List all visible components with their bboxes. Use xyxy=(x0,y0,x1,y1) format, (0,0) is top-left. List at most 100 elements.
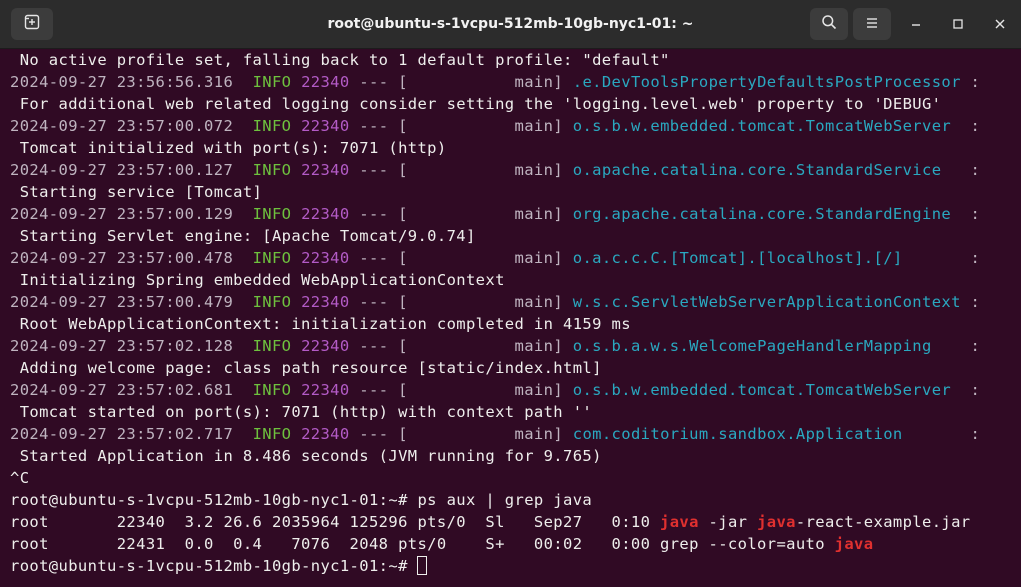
terminal-line: For additional web related logging consi… xyxy=(10,93,1021,115)
log-line: 2024-09-27 23:56:56.316 INFO 22340 --- [… xyxy=(10,71,1021,93)
terminal-line: Tomcat initialized with port(s): 7071 (h… xyxy=(10,137,1021,159)
log-timestamp: 2024-09-27 23:57:00.127 xyxy=(10,161,234,179)
grep-match: java xyxy=(660,513,699,531)
log-pid: 22340 xyxy=(301,73,350,91)
maximize-icon xyxy=(952,15,964,34)
log-line: 2024-09-27 23:57:02.128 INFO 22340 --- [… xyxy=(10,335,1021,357)
log-separator: --- [ xyxy=(359,249,408,267)
process-text: root 22431 0.0 0.4 7076 2048 pts/0 S+ 00… xyxy=(10,535,835,553)
log-thread: main] xyxy=(407,381,564,399)
terminal-output[interactable]: No active profile set, falling back to 1… xyxy=(0,49,1021,587)
log-logger: o.s.b.w.embedded.tomcat.TomcatWebServer xyxy=(572,117,961,135)
line-text: For additional web related logging consi… xyxy=(10,95,942,113)
line-text: Starting service [Tomcat] xyxy=(10,183,263,201)
log-thread: main] xyxy=(407,425,564,443)
log-timestamp: 2024-09-27 23:56:56.316 xyxy=(10,73,234,91)
line-text: Adding welcome page: class path resource… xyxy=(10,359,602,377)
log-line: 2024-09-27 23:57:02.717 INFO 22340 --- [… xyxy=(10,423,1021,445)
terminal-line: ^C xyxy=(10,467,1021,489)
log-pid: 22340 xyxy=(301,425,350,443)
title-bar[interactable]: root@ubuntu-s-1vcpu-512mb-10gb-nyc1-01: … xyxy=(0,0,1021,49)
hamburger-menu-icon xyxy=(865,15,879,34)
log-pid: 22340 xyxy=(301,249,350,267)
search-button[interactable] xyxy=(810,8,848,40)
line-text: ^C xyxy=(10,469,30,487)
line-text: Tomcat started on port(s): 7071 (http) w… xyxy=(10,403,593,421)
log-colon: : xyxy=(970,249,981,267)
log-separator: --- [ xyxy=(359,161,408,179)
log-thread: main] xyxy=(407,117,564,135)
search-icon xyxy=(821,14,837,34)
line-text: No active profile set, falling back to 1… xyxy=(10,51,670,69)
shell-prompt: root@ubuntu-s-1vcpu-512mb-10gb-nyc1-01:~… xyxy=(10,557,418,575)
log-logger: o.s.b.w.embedded.tomcat.TomcatWebServer xyxy=(572,381,961,399)
log-logger: org.apache.catalina.core.StandardEngine xyxy=(572,205,961,223)
process-text: -react-example.jar xyxy=(795,513,971,531)
terminal-line: No active profile set, falling back to 1… xyxy=(10,49,1021,71)
log-pid: 22340 xyxy=(301,117,350,135)
log-timestamp: 2024-09-27 23:57:00.072 xyxy=(10,117,234,135)
terminal-line: root@ubuntu-s-1vcpu-512mb-10gb-nyc1-01:~… xyxy=(10,489,1021,511)
process-line: root 22431 0.0 0.4 7076 2048 pts/0 S+ 00… xyxy=(10,533,1021,555)
log-level: INFO xyxy=(252,337,292,355)
log-line: 2024-09-27 23:57:00.478 INFO 22340 --- [… xyxy=(10,247,1021,269)
terminal-line: Starting Servlet engine: [Apache Tomcat/… xyxy=(10,225,1021,247)
menu-button[interactable] xyxy=(853,8,891,40)
grep-match: java xyxy=(757,513,796,531)
log-line: 2024-09-27 23:57:00.072 INFO 22340 --- [… xyxy=(10,115,1021,137)
log-level: INFO xyxy=(252,205,292,223)
terminal-line: Initializing Spring embedded WebApplicat… xyxy=(10,269,1021,291)
log-separator: --- [ xyxy=(359,117,408,135)
log-thread: main] xyxy=(407,205,564,223)
log-timestamp: 2024-09-27 23:57:00.478 xyxy=(10,249,234,267)
log-level: INFO xyxy=(252,425,292,443)
log-level: INFO xyxy=(252,73,292,91)
log-pid: 22340 xyxy=(301,381,350,399)
log-colon: : xyxy=(970,205,981,223)
log-separator: --- [ xyxy=(359,205,408,223)
log-colon: : xyxy=(970,337,981,355)
log-level: INFO xyxy=(252,249,292,267)
process-text: -jar xyxy=(698,513,758,531)
log-level: INFO xyxy=(252,381,292,399)
log-thread: main] xyxy=(407,161,564,179)
line-text: root@ubuntu-s-1vcpu-512mb-10gb-nyc1-01:~… xyxy=(10,491,593,509)
log-timestamp: 2024-09-27 23:57:00.129 xyxy=(10,205,234,223)
process-text: root 22340 3.2 26.6 2035964 125296 pts/0… xyxy=(10,513,661,531)
log-separator: --- [ xyxy=(359,293,408,311)
log-pid: 22340 xyxy=(301,293,350,311)
new-tab-icon xyxy=(24,14,40,34)
maximize-button[interactable] xyxy=(944,10,972,38)
line-text: Started Application in 8.486 seconds (JV… xyxy=(10,447,602,465)
log-logger: o.apache.catalina.core.StandardService xyxy=(572,161,961,179)
log-logger: o.a.c.c.C.[Tomcat].[localhost].[/] xyxy=(572,249,961,267)
line-text: Root WebApplicationContext: initializati… xyxy=(10,315,631,333)
log-pid: 22340 xyxy=(301,205,350,223)
log-line: 2024-09-27 23:57:00.129 INFO 22340 --- [… xyxy=(10,203,1021,225)
grep-match: java xyxy=(834,535,874,553)
new-tab-button[interactable] xyxy=(11,8,53,40)
minimize-button[interactable] xyxy=(902,10,930,38)
terminal-cursor[interactable] xyxy=(417,556,428,575)
log-logger: o.s.b.a.w.s.WelcomePageHandlerMapping xyxy=(572,337,961,355)
terminal-line: Starting service [Tomcat] xyxy=(10,181,1021,203)
terminal-line: Tomcat started on port(s): 7071 (http) w… xyxy=(10,401,1021,423)
log-colon: : xyxy=(970,425,981,443)
log-separator: --- [ xyxy=(359,337,408,355)
log-colon: : xyxy=(970,117,981,135)
log-pid: 22340 xyxy=(301,337,350,355)
log-level: INFO xyxy=(252,293,292,311)
log-separator: --- [ xyxy=(359,425,408,443)
log-logger: w.s.c.ServletWebServerApplicationContext xyxy=(572,293,961,311)
log-thread: main] xyxy=(407,293,564,311)
prompt-line: root@ubuntu-s-1vcpu-512mb-10gb-nyc1-01:~… xyxy=(10,555,1021,577)
log-colon: : xyxy=(970,161,981,179)
minimize-icon xyxy=(910,15,922,34)
close-button[interactable] xyxy=(986,10,1014,38)
log-colon: : xyxy=(970,381,981,399)
line-text: Starting Servlet engine: [Apache Tomcat/… xyxy=(10,227,476,245)
log-separator: --- [ xyxy=(359,73,408,91)
log-separator: --- [ xyxy=(359,381,408,399)
terminal-line: Adding welcome page: class path resource… xyxy=(10,357,1021,379)
close-icon xyxy=(994,15,1006,34)
